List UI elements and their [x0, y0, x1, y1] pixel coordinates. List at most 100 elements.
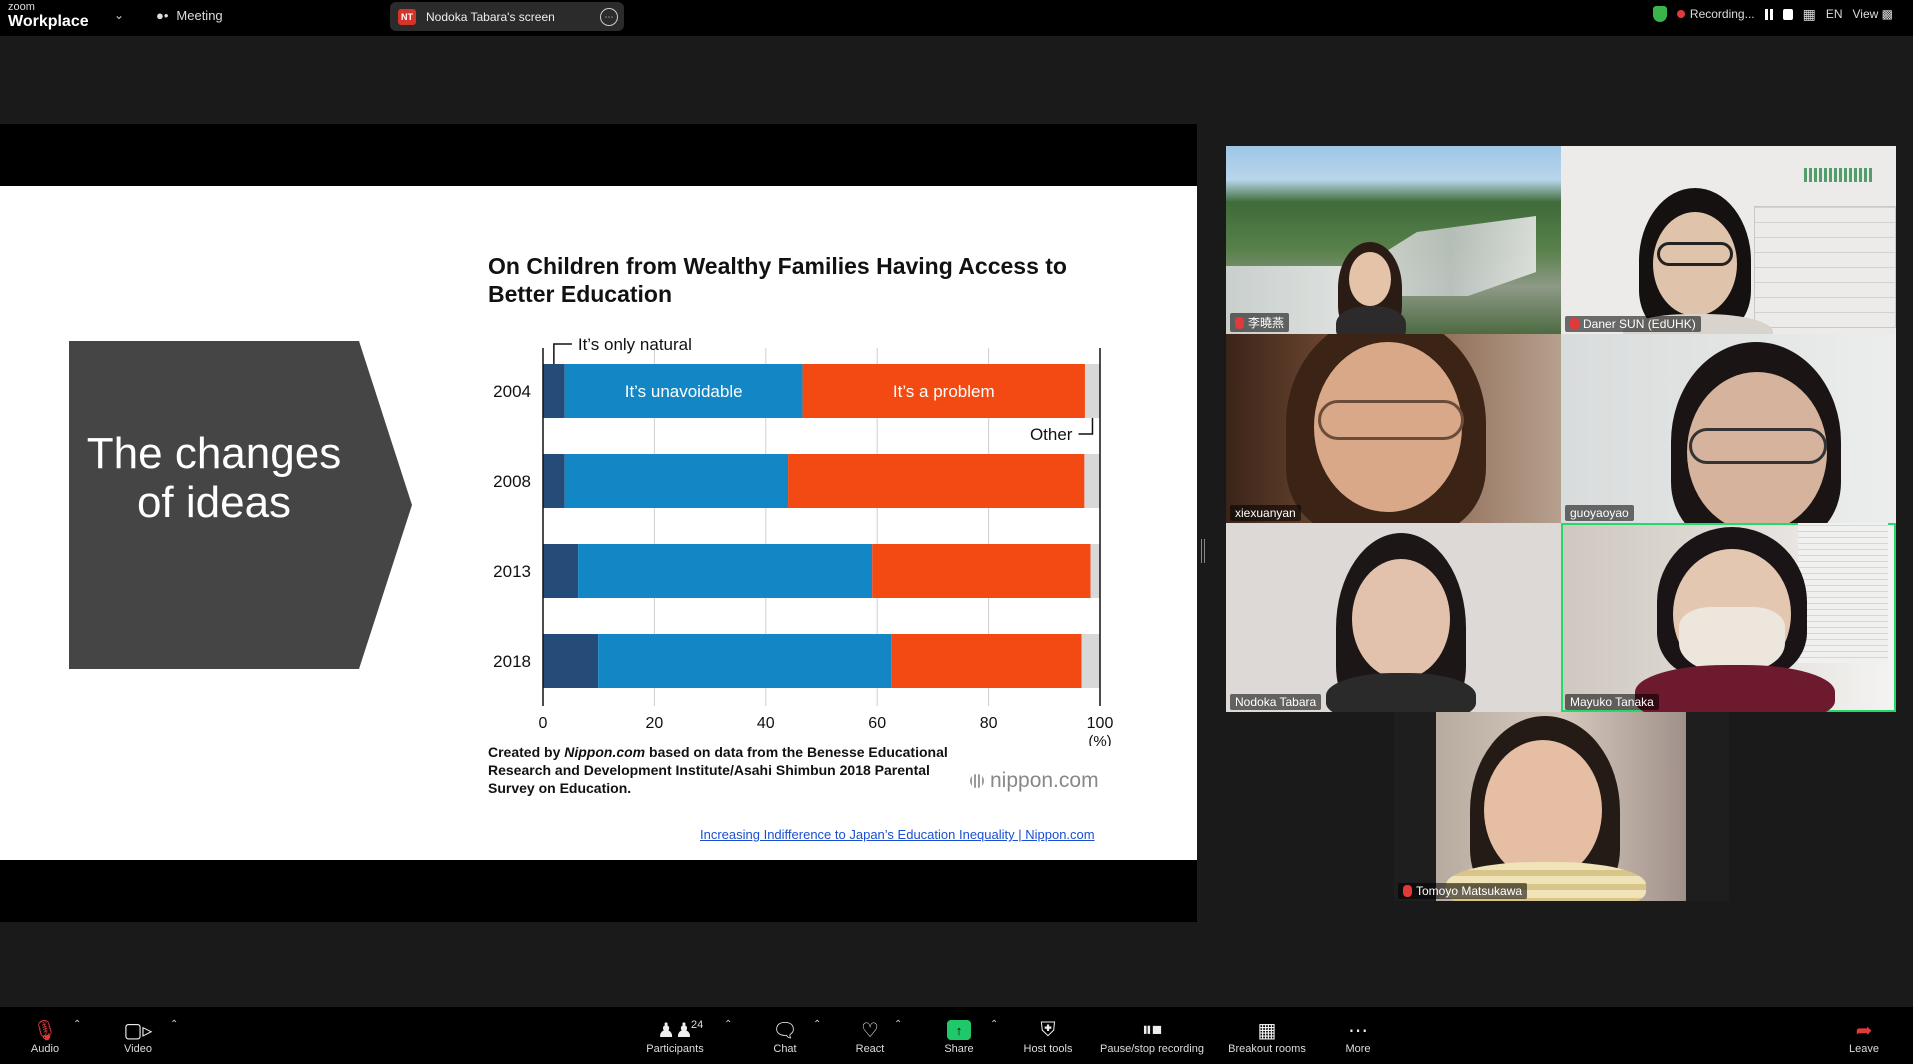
tick-label: 0	[539, 715, 548, 732]
tick-label: 40	[757, 715, 775, 732]
breakout-grid-icon: ▦	[1257, 1019, 1277, 1042]
breakout-rooms-button[interactable]: ▦ Breakout rooms	[1223, 1017, 1311, 1056]
stop-recording-icon[interactable]	[1782, 8, 1793, 20]
view-button[interactable]: View ▩	[1853, 7, 1893, 21]
zoom-logo: zoom Workplace	[8, 2, 89, 30]
chat-icon: 🗨	[772, 1019, 798, 1042]
video-feed	[1436, 712, 1686, 901]
arrow-text: The changes of ideas	[86, 429, 342, 527]
glasses	[1657, 242, 1733, 266]
video-tile-active-speaker[interactable]: Mayuko Tanaka	[1561, 523, 1896, 712]
participant-name: Nodoka Tabara	[1230, 694, 1322, 710]
bar-segment	[543, 634, 599, 688]
react-button[interactable]: ♡ React	[853, 1017, 887, 1056]
audio-options-caret[interactable]: ⌃	[73, 1019, 81, 1030]
participant-name: Daner SUN (EdUHK)	[1565, 316, 1701, 332]
leave-button[interactable]: ➦ Leave	[1846, 1017, 1882, 1056]
category-label: 2013	[493, 562, 531, 581]
video-tile[interactable]: guoyaoyao	[1561, 334, 1896, 523]
legend-label: It’s only natural	[578, 335, 692, 354]
stacked-bar-chart: 2004 2008 2013 2018 0 20 40 60 80 100(%) It’s only…	[493, 335, 1114, 746]
chevron-down-icon[interactable]: ⌄	[114, 8, 124, 22]
glasses	[1318, 400, 1464, 440]
chart-title: On Children from Wealthy Families Having…	[488, 253, 1067, 307]
participants-options-caret[interactable]: ⌃	[724, 1019, 732, 1030]
legend-label: Other	[1030, 425, 1073, 444]
meeting-label: Meeting	[176, 8, 223, 23]
bar-segment	[543, 364, 565, 418]
share-options-caret[interactable]: ⌃	[990, 1019, 998, 1030]
heart-icon: ♡	[861, 1019, 879, 1042]
meeting-info-button[interactable]: ●• Meeting	[156, 8, 223, 23]
tick-label: 20	[646, 715, 664, 732]
virtual-background-logo	[1804, 168, 1874, 182]
presentation-slide: The changes of ideas On Children from We…	[0, 186, 1197, 860]
shield-icon: ⛨	[1040, 1018, 1056, 1041]
callout-line	[553, 343, 572, 364]
bar-segment	[872, 544, 1091, 598]
muted-mic-icon	[1570, 318, 1579, 330]
glasses	[1689, 428, 1827, 464]
video-tile[interactable]: Tomoyo Matsukawa	[1394, 712, 1729, 901]
bar-segment	[543, 454, 565, 508]
bar-segment	[1090, 544, 1100, 598]
screen-share-indicator[interactable]: NT Nodoka Tabara's screen ⋯	[390, 2, 624, 31]
audio-button[interactable]: 🎙 Audio	[24, 1017, 66, 1056]
video-tile[interactable]: 李曉燕	[1226, 146, 1561, 334]
recording-area: Recording... ▦ EN View ▩	[1652, 0, 1913, 28]
bar-segment	[1081, 634, 1100, 688]
language-button[interactable]: EN	[1826, 7, 1843, 21]
pause-recording-icon[interactable]	[1764, 8, 1773, 20]
nippon-logo-icon	[970, 774, 984, 788]
bottom-toolbar: 🎙 Audio ⌃ ▢▹ Video ⌃ ♟♟ Participants 24 …	[0, 1007, 1913, 1064]
participant-count: 24	[691, 1019, 704, 1031]
bar-segment	[891, 634, 1082, 688]
bar-segment	[1084, 364, 1100, 418]
axis-unit: (%)	[1088, 733, 1111, 746]
background-sketch	[1754, 206, 1896, 328]
brand-small: zoom	[8, 1, 35, 13]
video-tile[interactable]: Daner SUN (EdUHK)	[1561, 146, 1896, 334]
bar-segment	[788, 454, 1085, 508]
view-grid-icon: ▩	[1881, 7, 1893, 21]
tick-label: 80	[980, 715, 998, 732]
meeting-icon: ●•	[156, 8, 169, 23]
recording-status[interactable]: Recording...	[1676, 7, 1755, 21]
chat-options-caret[interactable]: ⌃	[813, 1019, 821, 1030]
muted-mic-icon	[1235, 316, 1244, 329]
video-options-caret[interactable]: ⌃	[170, 1019, 178, 1030]
participant-name: Tomoyo Matsukawa	[1398, 883, 1528, 899]
resize-handle[interactable]	[1201, 539, 1205, 563]
grid-view-icon[interactable]: ▦	[1803, 6, 1816, 23]
source-link[interactable]: Increasing Indifference to Japan’s Educa…	[700, 827, 1095, 842]
category-label: 2004	[493, 382, 531, 401]
bar-segment	[543, 544, 579, 598]
video-camera-icon: ▢▹	[123, 1019, 153, 1042]
pause-stop-recording-button[interactable]: ⏸⏹ Pause/stop recording	[1094, 1017, 1210, 1056]
face-mask	[1679, 607, 1785, 673]
arrow-shape: The changes of ideas	[69, 341, 412, 669]
sharer-avatar: NT	[398, 8, 416, 25]
callout-line	[1078, 418, 1094, 435]
more-button[interactable]: ⋯ More	[1340, 1017, 1376, 1056]
video-tile[interactable]: Nodoka Tabara	[1226, 523, 1561, 712]
participant-name: guoyaoyao	[1565, 505, 1634, 521]
video-tile[interactable]: xiexuanyan	[1226, 334, 1561, 523]
host-tools-button[interactable]: ⛨ Host tools	[1018, 1017, 1078, 1056]
security-shield-icon[interactable]	[1652, 6, 1667, 22]
share-screen-icon: ↑	[947, 1020, 971, 1040]
chat-button[interactable]: 🗨 Chat	[765, 1017, 805, 1056]
bar-segment	[598, 634, 892, 688]
more-options-icon[interactable]: ⋯	[600, 8, 618, 26]
share-label: Nodoka Tabara's screen	[426, 9, 555, 24]
tick-label: 60	[868, 715, 886, 732]
bar-segment	[1084, 454, 1100, 508]
react-options-caret[interactable]: ⌃	[894, 1019, 902, 1030]
bar-segment	[564, 454, 789, 508]
category-label: 2008	[493, 472, 531, 491]
video-button[interactable]: ▢▹ Video	[118, 1017, 158, 1056]
legend-label: It’s unavoidable	[625, 382, 743, 401]
participant-name: 李曉燕	[1230, 313, 1290, 332]
tick-label: 100	[1087, 715, 1114, 732]
share-button[interactable]: ↑ Share	[940, 1017, 978, 1055]
